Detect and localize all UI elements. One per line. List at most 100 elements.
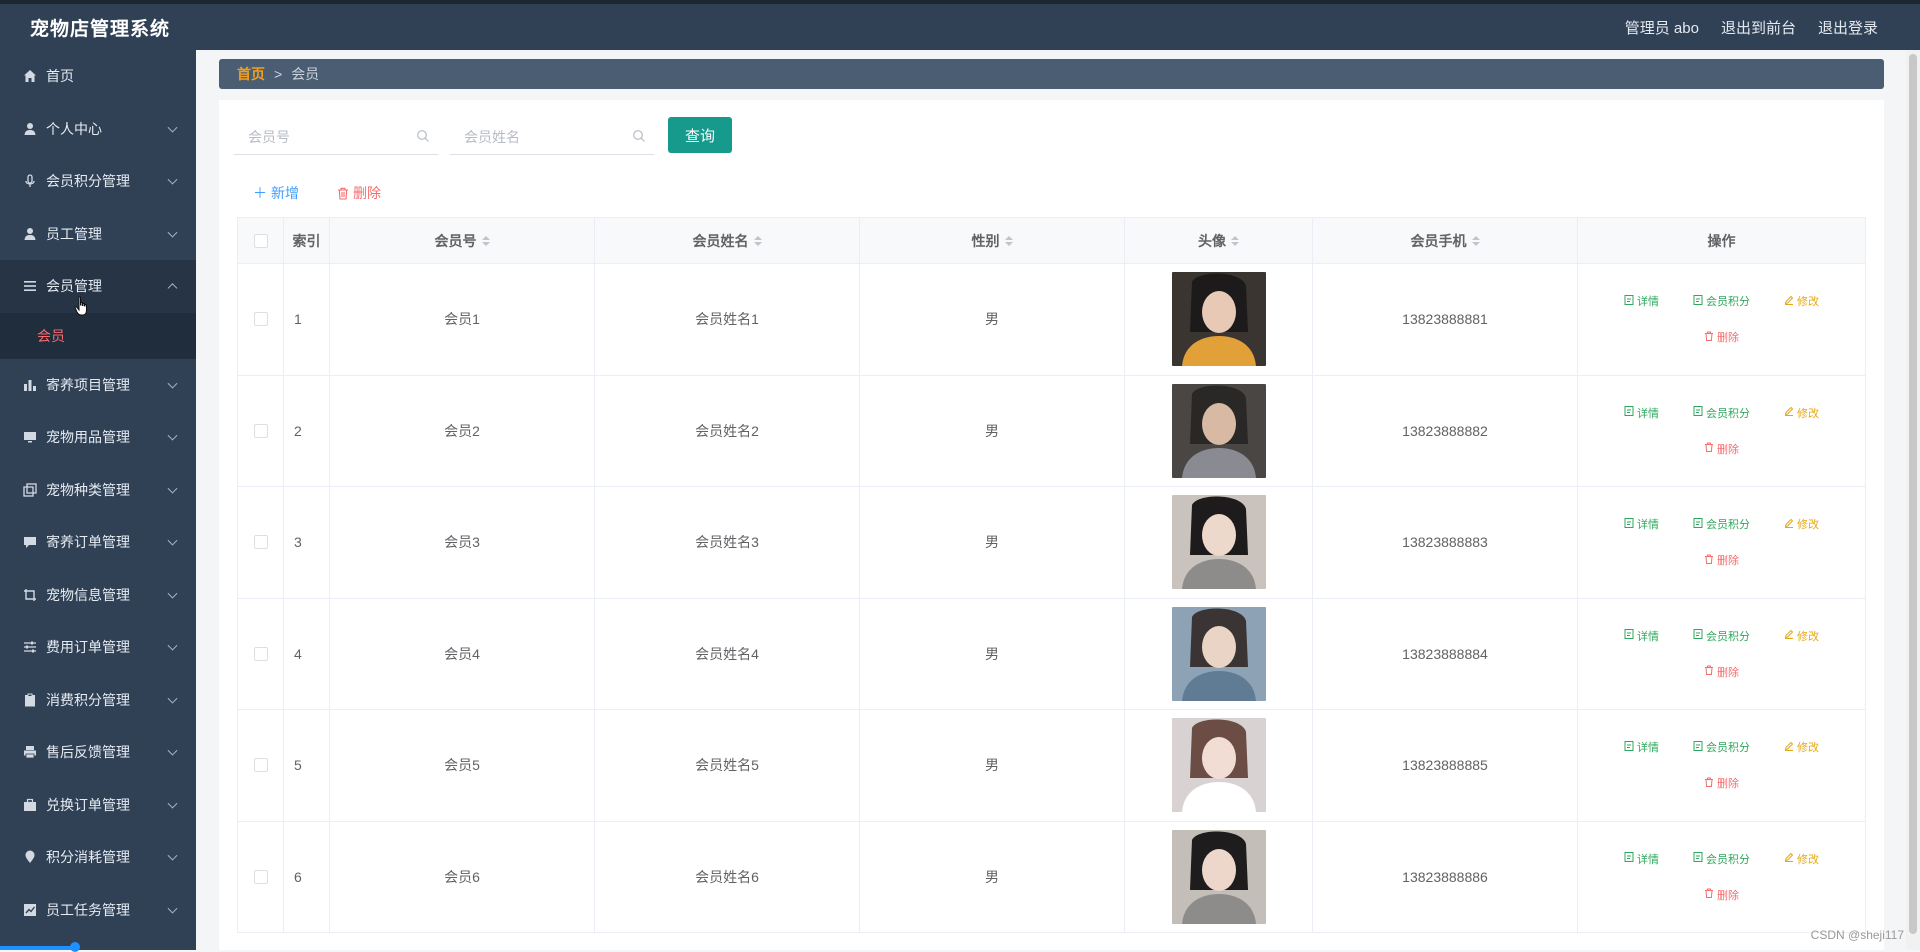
sidebar-item-boarding-project[interactable]: 寄养项目管理 xyxy=(0,359,196,412)
select-all-checkbox[interactable] xyxy=(253,233,268,248)
row-checkbox[interactable] xyxy=(253,758,268,773)
sidebar-item-label: 员工管理 xyxy=(46,225,102,242)
sidebar-item-staff[interactable]: 员工管理 xyxy=(0,208,196,261)
row-checkbox[interactable] xyxy=(253,869,268,884)
sidebar-item-pet-supplies[interactable]: 宠物用品管理 xyxy=(0,411,196,464)
edit-label: 修改 xyxy=(1797,519,1819,532)
edit-button[interactable]: 修改 xyxy=(1784,405,1819,421)
logout-link[interactable]: 退出登录 xyxy=(1818,17,1878,38)
submenu-item-member[interactable]: 会员 xyxy=(0,312,196,359)
member-points-button[interactable]: 会员积分 xyxy=(1693,405,1750,421)
avatar-image[interactable] xyxy=(1171,272,1266,367)
sidebar-item-personal-center[interactable]: 个人中心 xyxy=(0,103,196,156)
scrollbar-thumb[interactable] xyxy=(1909,54,1917,934)
row-checkbox[interactable] xyxy=(253,646,268,661)
location-icon xyxy=(22,849,38,865)
chevron-down-icon xyxy=(167,693,178,704)
member-name-input[interactable] xyxy=(450,128,636,146)
member-points-button[interactable]: 会员积分 xyxy=(1693,628,1750,644)
sidebar-item-aftersale-feedback[interactable]: 售后反馈管理 xyxy=(0,726,196,779)
row-checkbox[interactable] xyxy=(253,312,268,327)
sidebar-item-home[interactable]: 首页 xyxy=(0,50,196,103)
member-points-button[interactable]: 会员积分 xyxy=(1693,293,1750,309)
row-delete-button[interactable]: 删除 xyxy=(1704,552,1739,568)
row-delete-button[interactable]: 删除 xyxy=(1704,329,1739,345)
avatar-image[interactable] xyxy=(1171,829,1266,924)
sort-icon[interactable] xyxy=(1471,235,1480,246)
column-member-no[interactable]: 会员号 xyxy=(330,218,595,263)
delete-label: 删除 xyxy=(1717,332,1739,345)
edit-button[interactable]: 修改 xyxy=(1784,516,1819,532)
sidebar-item-staff-tasks[interactable]: 员工任务管理 xyxy=(0,884,196,937)
column-avatar[interactable]: 头像 xyxy=(1125,218,1313,263)
edit-button[interactable]: 修改 xyxy=(1784,628,1819,644)
sort-icon[interactable] xyxy=(753,235,762,246)
sidebar-item-pet-species[interactable]: 宠物种类管理 xyxy=(0,464,196,517)
back-to-front-link[interactable]: 退出到前台 xyxy=(1721,17,1796,38)
member-points-button[interactable]: 会员积分 xyxy=(1693,851,1750,867)
row-delete-button[interactable]: 删除 xyxy=(1704,775,1739,791)
sidebar-item-boarding-orders[interactable]: 寄养订单管理 xyxy=(0,516,196,569)
sidebar-item-exchange-orders[interactable]: 兑换订单管理 xyxy=(0,779,196,832)
batch-delete-button[interactable]: 删除 xyxy=(337,183,381,203)
table-header: 索引 会员号 会员姓名 性别 头像 会员手机 操作 xyxy=(238,218,1866,264)
document-icon xyxy=(1693,629,1703,642)
edit-button[interactable]: 修改 xyxy=(1784,739,1819,755)
edit-button[interactable]: 修改 xyxy=(1784,293,1819,309)
sidebar-item-consume-points[interactable]: 消费积分管理 xyxy=(0,674,196,727)
member-no-input[interactable] xyxy=(234,128,420,146)
avatar-image[interactable] xyxy=(1171,606,1266,701)
detail-button[interactable]: 详情 xyxy=(1624,405,1659,421)
trash-icon xyxy=(1704,442,1714,455)
sidebar-item-label: 首页 xyxy=(46,68,74,85)
avatar-image[interactable] xyxy=(1171,495,1266,590)
column-member-name[interactable]: 会员姓名 xyxy=(595,218,860,263)
sort-icon[interactable] xyxy=(1231,235,1239,246)
breadcrumb-home-link[interactable]: 首页 xyxy=(237,64,265,84)
add-button[interactable]: ＋ 新增 xyxy=(253,183,299,203)
sidebar-item-fee-orders[interactable]: 费用订单管理 xyxy=(0,621,196,674)
trash-icon xyxy=(1704,665,1714,678)
watermark: CSDN @sheji117 xyxy=(1810,928,1904,942)
sort-icon[interactable] xyxy=(481,235,490,246)
table-row: 4 会员4 会员姓名4 男 13823888884 详情 会员积分 修改 删除 xyxy=(238,598,1866,710)
table-row: 5 会员5 会员姓名5 男 13823888885 详情 会员积分 修改 删除 xyxy=(238,710,1866,822)
column-operations: 操作 xyxy=(1578,218,1866,263)
avatar-image[interactable] xyxy=(1171,718,1266,813)
menu-icon xyxy=(22,278,38,294)
edit-button[interactable]: 修改 xyxy=(1784,851,1819,867)
breadcrumb: 首页 > 会员 xyxy=(219,59,1884,89)
sort-icon[interactable] xyxy=(1004,235,1013,246)
admin-user-label[interactable]: 管理员 abo xyxy=(1625,17,1699,38)
sidebar-item-pet-info[interactable]: 宠物信息管理 xyxy=(0,569,196,622)
detail-button[interactable]: 详情 xyxy=(1624,851,1659,867)
breadcrumb-separator: > xyxy=(274,66,283,82)
sidebar-item-member-management[interactable]: 会员管理 xyxy=(0,260,196,313)
detail-button[interactable]: 详情 xyxy=(1624,293,1659,309)
page-scrollbar[interactable] xyxy=(1906,50,1920,950)
column-phone[interactable]: 会员手机 xyxy=(1313,218,1578,263)
member-points-button[interactable]: 会员积分 xyxy=(1693,516,1750,532)
chevron-down-icon xyxy=(167,903,178,914)
detail-button[interactable]: 详情 xyxy=(1624,516,1659,532)
avatar-image[interactable] xyxy=(1171,383,1266,478)
document-icon xyxy=(1693,740,1703,754)
row-delete-button[interactable]: 删除 xyxy=(1704,441,1739,457)
detail-button[interactable]: 详情 xyxy=(1624,739,1659,755)
column-gender[interactable]: 性别 xyxy=(860,218,1125,263)
add-button-label: 新增 xyxy=(271,185,299,201)
points-label: 会员积分 xyxy=(1706,853,1750,866)
sidebar-item-member-points[interactable]: 会员积分管理 xyxy=(0,155,196,208)
query-button[interactable]: 查询 xyxy=(668,117,732,153)
member-points-button[interactable]: 会员积分 xyxy=(1693,739,1750,755)
row-checkbox[interactable] xyxy=(253,535,268,550)
row-delete-button[interactable]: 删除 xyxy=(1704,887,1739,903)
detail-button[interactable]: 详情 xyxy=(1624,628,1659,644)
row-delete-button[interactable]: 删除 xyxy=(1704,664,1739,680)
cell-member-no: 会员2 xyxy=(330,375,595,486)
row-checkbox[interactable] xyxy=(253,423,268,438)
trash-icon xyxy=(1704,777,1714,790)
cell-phone: 13823888881 xyxy=(1313,264,1578,375)
sidebar-item-points-consumption[interactable]: 积分消耗管理 xyxy=(0,831,196,884)
edit-icon xyxy=(1784,406,1794,419)
